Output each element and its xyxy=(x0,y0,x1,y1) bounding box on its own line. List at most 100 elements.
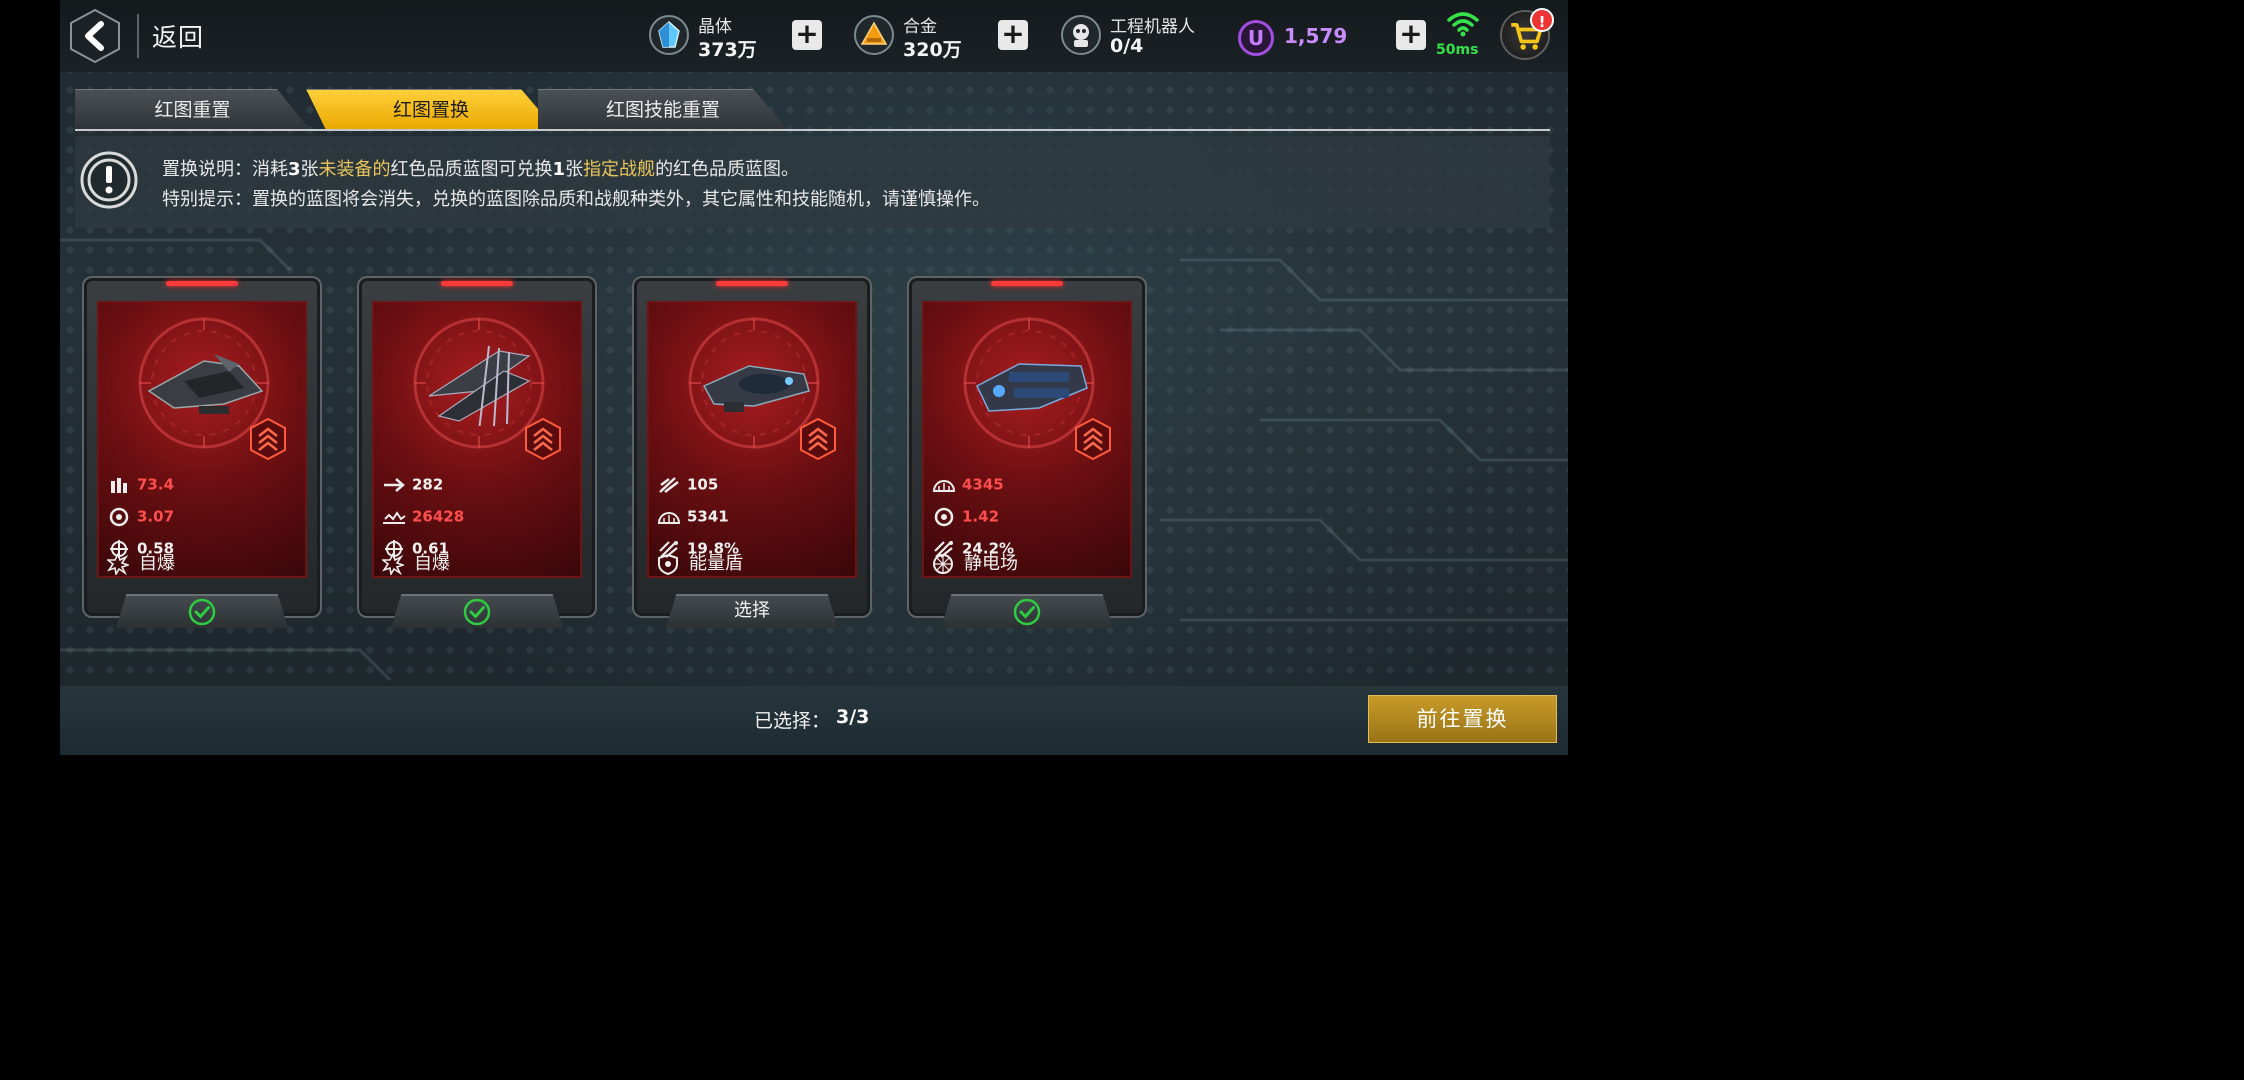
u-currency-value: 1,579 xyxy=(1284,24,1348,48)
resource-robot: 工程机器人 0/4 xyxy=(1060,12,1220,60)
speed-arrow-icon xyxy=(384,478,405,492)
skill-row: 静电场 xyxy=(932,549,1018,575)
skill-row: 自爆 xyxy=(107,549,175,575)
exclamation-icon xyxy=(80,151,138,209)
game-screen: 返回 晶体 373万 + 合金 320万 + 工程机器人 0/4 U 1,579… xyxy=(0,0,1568,755)
card-quality-bar xyxy=(441,281,513,286)
resource-alloy-value: 320万 xyxy=(903,39,962,61)
stat-value: 73.4 xyxy=(137,475,175,494)
card-quality-bar xyxy=(716,281,788,286)
u-currency-icon: U xyxy=(1238,20,1274,56)
card-selected-indicator[interactable] xyxy=(391,594,563,628)
tab-red-blueprint-exchange[interactable]: 红图置换 xyxy=(306,89,556,130)
ammo-icon xyxy=(111,478,127,493)
check-icon xyxy=(1013,598,1041,626)
rank-chevron-icon xyxy=(250,418,286,460)
card-body: 73.4 3.07 0.58 自爆 xyxy=(97,301,307,578)
cooldown-icon xyxy=(934,507,954,527)
back-button[interactable] xyxy=(68,8,122,64)
armor-icon xyxy=(932,480,956,492)
card-quality-bar xyxy=(166,281,238,286)
blueprint-card[interactable]: 105 5341 19.8% 能量盾 选择 xyxy=(632,276,872,628)
card-body: 4345 1.42 24.2% 静电场 xyxy=(922,301,1132,578)
stat-value: 105 xyxy=(687,475,719,494)
explosion-icon xyxy=(107,553,129,575)
tab-red-blueprint-skill-reset[interactable]: 红图技能重置 xyxy=(538,89,788,130)
resource-robot-name: 工程机器人 xyxy=(1110,17,1195,37)
skill-name: 自爆 xyxy=(414,553,450,574)
check-icon xyxy=(188,598,216,626)
card-select-button[interactable]: 选择 xyxy=(666,594,838,628)
ship-image xyxy=(702,365,810,412)
skill-name: 静电场 xyxy=(964,553,1018,574)
add-crystal-button[interactable]: + xyxy=(792,20,822,50)
shield-icon xyxy=(658,553,678,575)
left-letterbox xyxy=(0,0,60,755)
ship-image xyxy=(428,345,531,426)
card-quality-bar xyxy=(991,281,1063,286)
info-line-exchange-rule: 置换说明：消耗3张未装备的红色品质蓝图可兑换1张指定战舰的红色品质蓝图。 xyxy=(162,159,800,180)
go-exchange-button[interactable]: 前往置换 xyxy=(1368,695,1557,743)
ship-image xyxy=(976,363,1088,412)
stat-value: 26428 xyxy=(412,507,465,526)
resource-crystal-name: 晶体 xyxy=(698,17,732,37)
ship-image xyxy=(147,354,264,414)
ping-value: 50ms xyxy=(1436,42,1479,58)
stat-row: 3.07 xyxy=(107,507,174,527)
stat-row: 26428 xyxy=(382,507,464,527)
back-label[interactable]: 返回 xyxy=(152,18,204,54)
missile-icon xyxy=(659,477,679,493)
skill-name: 能量盾 xyxy=(689,553,743,574)
resource-alloy-name: 合金 xyxy=(903,17,937,37)
stat-row: 4345 xyxy=(932,475,1004,495)
stat-row: 105 xyxy=(657,475,718,495)
stat-value: 4345 xyxy=(962,475,1004,494)
info-line-warning: 特别提示：置换的蓝图将会消失，兑换的蓝图除品质和战舰种类外，其它属性和技能随机，… xyxy=(162,189,990,210)
cooldown-icon xyxy=(109,507,129,527)
tab-underline xyxy=(75,129,1550,131)
stat-row: 282 xyxy=(382,475,443,495)
add-u-currency-button[interactable]: + xyxy=(1396,20,1426,50)
resource-crystal: 晶体 373万 xyxy=(648,12,768,61)
blueprint-card[interactable]: 4345 1.42 24.2% 静电场 xyxy=(907,276,1147,628)
stat-value: 5341 xyxy=(687,507,729,526)
explosion-icon xyxy=(382,553,404,575)
select-label: 选择 xyxy=(734,600,770,621)
add-alloy-button[interactable]: + xyxy=(998,20,1028,50)
alloy-icon xyxy=(854,15,894,55)
tab-red-blueprint-reset[interactable]: 红图重置 xyxy=(75,89,310,130)
card-body: 282 26428 0.61 自爆 xyxy=(372,301,582,578)
robot-icon xyxy=(1061,15,1101,55)
crystal-icon xyxy=(649,15,689,55)
card-selected-indicator[interactable] xyxy=(941,594,1113,628)
stat-value: 3.07 xyxy=(137,507,175,526)
stat-value: 282 xyxy=(412,475,444,494)
armor-icon xyxy=(657,512,681,524)
blueprint-card[interactable]: 282 26428 0.61 自爆 xyxy=(357,276,597,628)
info-panel xyxy=(75,136,1550,228)
stat-row: 1.42 xyxy=(932,507,999,527)
rank-chevron-icon xyxy=(800,418,836,460)
rank-chevron-icon xyxy=(525,418,561,460)
card-body: 105 5341 19.8% 能量盾 xyxy=(647,301,857,578)
wifi-signal-icon xyxy=(1447,12,1479,37)
check-icon xyxy=(463,598,491,626)
stat-row: 73.4 xyxy=(107,475,174,495)
stat-row: 5341 xyxy=(657,507,729,527)
cart-alert-badge: ! xyxy=(1530,8,1554,32)
blueprint-card[interactable]: 73.4 3.07 0.58 自爆 xyxy=(82,276,322,628)
tab-bar: 红图重置 红图置换 红图技能重置 xyxy=(75,89,1550,131)
skill-name: 自爆 xyxy=(139,553,175,574)
resource-robot-value: 0/4 xyxy=(1110,35,1144,57)
skill-row: 自爆 xyxy=(382,549,450,575)
hull-icon xyxy=(383,511,406,524)
card-selected-indicator[interactable] xyxy=(116,594,288,628)
rank-chevron-icon xyxy=(1075,418,1111,460)
selected-count-label: 已选择： xyxy=(754,710,831,732)
static-field-icon xyxy=(933,554,953,574)
selected-count-value: 3/3 xyxy=(836,706,870,728)
resource-crystal-value: 373万 xyxy=(698,39,757,61)
resource-alloy: 合金 320万 xyxy=(853,12,973,61)
stat-value: 1.42 xyxy=(962,507,1000,526)
skill-row: 能量盾 xyxy=(657,549,743,575)
